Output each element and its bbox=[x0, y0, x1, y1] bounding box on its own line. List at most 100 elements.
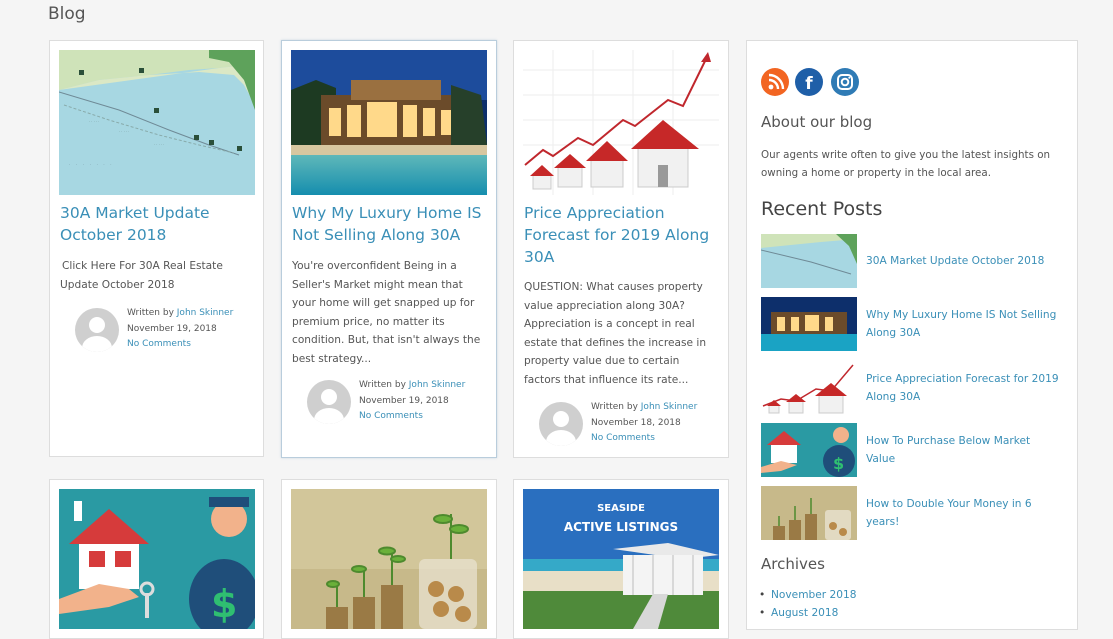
author-block: Written by John Skinner November 19, 201… bbox=[307, 378, 487, 424]
facebook-icon[interactable]: f bbox=[795, 68, 823, 96]
archive-link[interactable]: August 2018 bbox=[759, 607, 838, 619]
written-by-label: Written by bbox=[127, 308, 174, 318]
recent-post-line: How to Double Your Money in 6 bbox=[866, 498, 1032, 510]
blog-card-purchase-below-market: $ bbox=[49, 479, 264, 639]
comments-link[interactable]: No Comments bbox=[359, 411, 423, 421]
about-line: owning a home or property in the local a… bbox=[761, 167, 991, 179]
recent-post-line: Along 30A bbox=[866, 327, 921, 339]
recent-post-item[interactable]: Price Appreciation Forecast for 2019 Alo… bbox=[761, 361, 1067, 417]
user-icon bbox=[314, 389, 344, 424]
written-by-label: Written by bbox=[591, 402, 638, 412]
recent-post-item[interactable]: $ How To Purchase Below Market Value bbox=[761, 423, 1067, 479]
svg-text:$: $ bbox=[211, 582, 237, 626]
svg-text:f: f bbox=[805, 74, 813, 94]
recent-post-item[interactable]: 30A Market Update October 2018 bbox=[761, 234, 1067, 290]
purchase-thumbnail[interactable]: $ bbox=[59, 489, 255, 629]
post-date: November 19, 2018 bbox=[127, 323, 217, 334]
author-block: Written by John Skinner November 18, 201… bbox=[539, 400, 719, 446]
recent-post-thumb bbox=[761, 486, 857, 540]
post-meta: Written by John Skinner November 18, 201… bbox=[591, 400, 697, 447]
post-excerpt: Click Here For 30A Real Estate Update Oc… bbox=[60, 257, 260, 294]
post-excerpt: QUESTION: What causes property value app… bbox=[524, 278, 729, 389]
blog-card-market-update: . . . . . . . . . . . . . . . · · · · · · … bbox=[49, 40, 264, 457]
archives-heading: Archives bbox=[761, 555, 825, 573]
excerpt-line: QUESTION: What causes property bbox=[524, 281, 703, 293]
coins-plant-image bbox=[291, 489, 487, 629]
written-by-label: Written by bbox=[359, 380, 406, 390]
rising-houses-image bbox=[523, 50, 719, 195]
recent-post-line: 30A Market Update October 2018 bbox=[866, 255, 1045, 267]
author-link[interactable]: John Skinner bbox=[409, 380, 466, 390]
title-line: October 2018 bbox=[60, 226, 167, 244]
recent-post-line: Value bbox=[866, 453, 896, 465]
recent-post-title: How to Double Your Money in 6 years! bbox=[866, 495, 1066, 531]
author-link[interactable]: John Skinner bbox=[641, 402, 698, 412]
post-meta: Written by John Skinner November 19, 201… bbox=[359, 378, 465, 425]
excerpt-line: Update October 2018 bbox=[60, 278, 175, 291]
avatar bbox=[75, 308, 119, 352]
luxury-home-thumbnail[interactable] bbox=[291, 50, 487, 195]
avatar bbox=[539, 402, 583, 446]
post-title-link[interactable]: Why My Luxury Home IS Not Selling Along … bbox=[292, 202, 492, 246]
recent-post-thumb bbox=[761, 361, 857, 415]
recent-post-line: Price Appreciation Forecast for 2019 bbox=[866, 373, 1059, 385]
recent-post-title: Why My Luxury Home IS Not Selling Along … bbox=[866, 306, 1066, 342]
title-line: Why My Luxury Home IS bbox=[292, 204, 482, 222]
excerpt-line: premium price, no matter its bbox=[292, 315, 445, 328]
svg-text:$: $ bbox=[833, 454, 844, 473]
title-line: 30A bbox=[524, 248, 555, 266]
map-thumbnail[interactable]: . . . . . . . . . . . . . . . · · · · · · … bbox=[59, 50, 255, 195]
avatar bbox=[307, 380, 351, 424]
archive-link[interactable]: November 2018 bbox=[759, 589, 857, 601]
title-line: Price Appreciation bbox=[524, 204, 665, 222]
recent-post-thumb bbox=[761, 234, 857, 288]
svg-text:. . . . .: . . . . . bbox=[119, 129, 129, 133]
appreciation-thumbnail[interactable] bbox=[523, 50, 719, 195]
double-money-thumbnail[interactable] bbox=[291, 489, 487, 629]
blog-card-double-money bbox=[281, 479, 497, 639]
luxury-home-image bbox=[291, 50, 487, 195]
comments-link[interactable]: No Comments bbox=[591, 433, 655, 443]
post-date: November 18, 2018 bbox=[591, 417, 681, 428]
about-heading: About our blog bbox=[761, 113, 873, 131]
recent-post-line: Along 30A bbox=[866, 391, 921, 403]
image-caption-line: ACTIVE LISTINGS bbox=[564, 520, 678, 534]
recent-post-thumb bbox=[761, 297, 857, 351]
comments-link[interactable]: No Comments bbox=[127, 339, 191, 349]
excerpt-line: You're overconfident Being in a bbox=[292, 260, 457, 272]
recent-post-line: How To Purchase Below Market bbox=[866, 435, 1031, 447]
excerpt-line: factors that influence its rate... bbox=[524, 373, 689, 386]
excerpt-line: estate that defines the increase in bbox=[524, 336, 707, 349]
seaside-thumbnail[interactable]: SEASIDE ACTIVE LISTINGS bbox=[523, 489, 719, 629]
recent-post-title: 30A Market Update October 2018 bbox=[866, 252, 1066, 270]
svg-text:. . . . .: . . . . . bbox=[154, 142, 164, 146]
author-link[interactable]: John Skinner bbox=[177, 308, 234, 318]
sidebar: f About our blog Our agents write often … bbox=[746, 40, 1078, 630]
house-money-image: $ bbox=[59, 489, 255, 629]
recent-post-title: Price Appreciation Forecast for 2019 Alo… bbox=[866, 370, 1066, 406]
blog-card-luxury-home: Why My Luxury Home IS Not Selling Along … bbox=[281, 40, 497, 458]
excerpt-line: Seller's Market might mean that bbox=[292, 278, 463, 291]
about-line: Our agents write often to give you the l… bbox=[761, 149, 1051, 161]
svg-text:· · · · · · ·: · · · · · · · bbox=[69, 163, 114, 168]
seaside-beach-image: SEASIDE ACTIVE LISTINGS bbox=[523, 489, 719, 629]
excerpt-line: Appreciation is a concept in real bbox=[524, 318, 695, 330]
post-excerpt: You're overconfident Being in a Seller's… bbox=[292, 257, 492, 368]
map-image: . . . . . . . . . . . . . . . · · · · · · … bbox=[59, 50, 255, 195]
svg-text:. . . . .: . . . . . bbox=[89, 119, 99, 123]
image-caption-line: SEASIDE bbox=[597, 503, 645, 514]
title-line: Forecast for 2019 Along bbox=[524, 226, 710, 244]
user-icon bbox=[546, 411, 576, 446]
recent-post-line: Why My Luxury Home IS Not Selling bbox=[866, 309, 1057, 321]
excerpt-line: value appreciation along 30A? bbox=[524, 299, 685, 312]
recent-post-item[interactable]: Why My Luxury Home IS Not Selling Along … bbox=[761, 297, 1067, 353]
excerpt-line: property value due to certain bbox=[524, 355, 680, 367]
post-date: November 19, 2018 bbox=[359, 395, 449, 406]
rss-icon[interactable] bbox=[761, 68, 789, 96]
post-title-link[interactable]: 30A Market Update October 2018 bbox=[60, 202, 260, 246]
excerpt-line: your home will get snapped up for bbox=[292, 297, 475, 309]
recent-post-item[interactable]: How to Double Your Money in 6 years! bbox=[761, 486, 1067, 542]
instagram-icon[interactable] bbox=[831, 68, 859, 96]
post-title-link[interactable]: Price Appreciation Forecast for 2019 Alo… bbox=[524, 202, 729, 268]
recent-post-title: How To Purchase Below Market Value bbox=[866, 432, 1066, 468]
